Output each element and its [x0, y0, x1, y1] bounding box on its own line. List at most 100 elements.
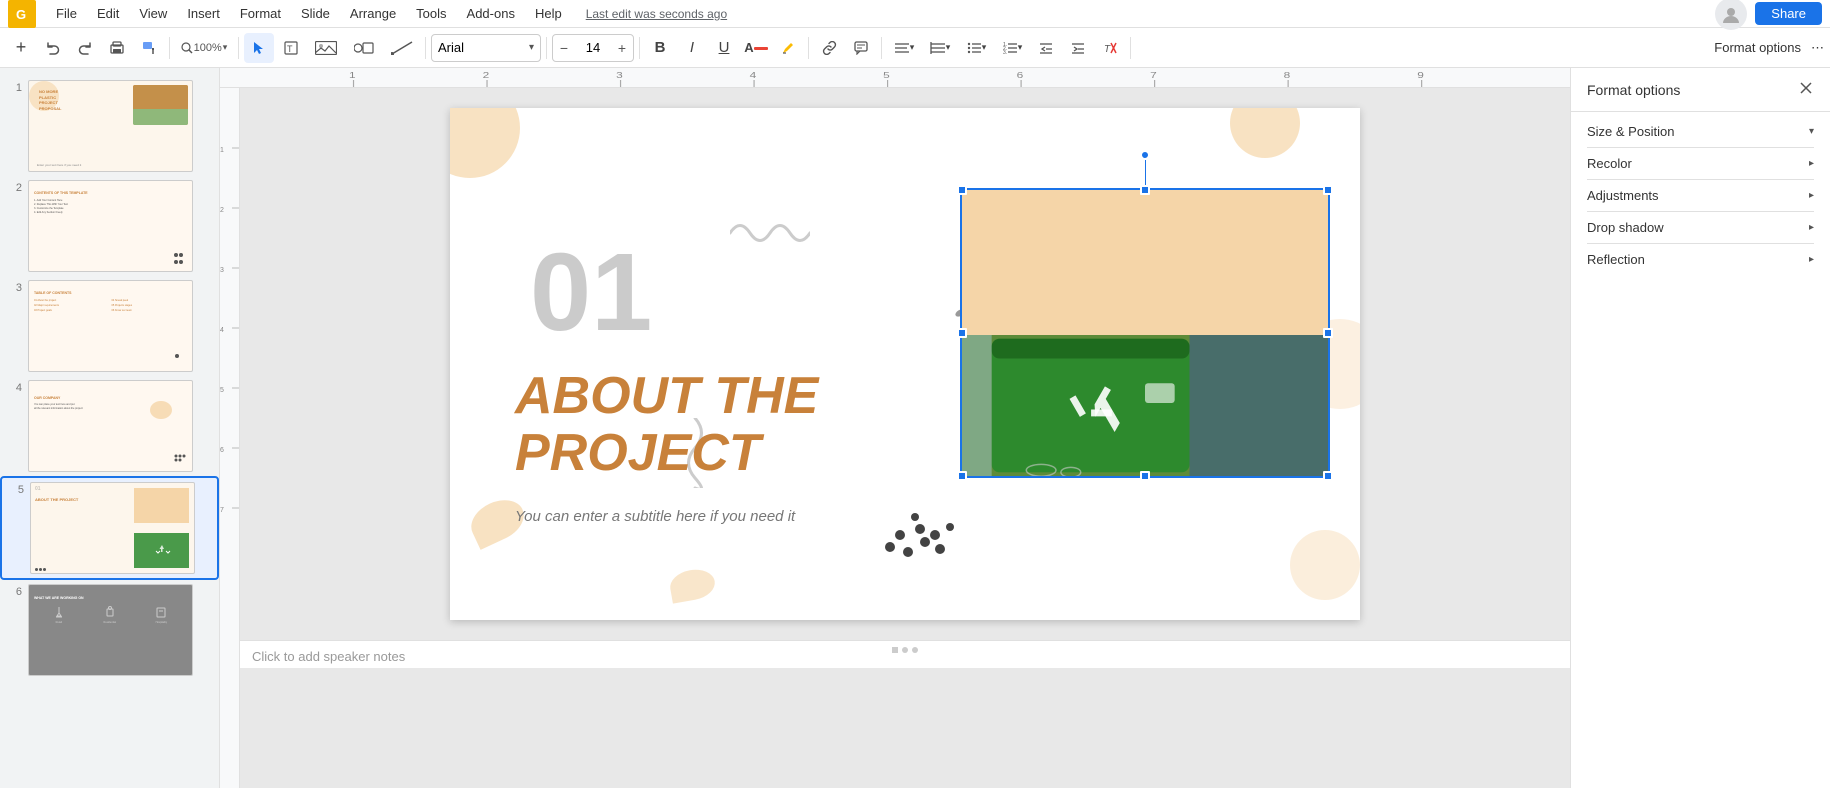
handle-bl[interactable] — [957, 471, 967, 481]
canvas-scroll-area[interactable]: 01 ABOUT THE PROJECT You can enter a sub… — [240, 88, 1570, 788]
adjustments-expand-icon[interactable]: ▸ — [1809, 190, 1814, 201]
comment-button[interactable] — [846, 33, 876, 63]
separator-7 — [881, 37, 882, 59]
svg-text:6: 6 — [220, 447, 224, 454]
textbox-tool[interactable]: T — [276, 33, 306, 63]
slide-thumb-6: WHAT WE ARE WORKING ON Retail Residentia… — [28, 584, 193, 676]
menu-file[interactable]: File — [48, 4, 85, 23]
recolor-section[interactable]: Recolor ▸ — [1587, 147, 1814, 171]
font-color-button[interactable]: A — [741, 33, 771, 63]
drop-shadow-expand-icon[interactable]: ▸ — [1809, 222, 1814, 233]
svg-text:2: 2 — [483, 72, 490, 81]
handle-br[interactable] — [1323, 471, 1333, 481]
more-options-icon[interactable]: ⋯ — [1811, 40, 1824, 56]
menu-insert[interactable]: Insert — [179, 4, 228, 23]
menu-view[interactable]: View — [131, 4, 175, 23]
slide-item-1[interactable]: 1 NO MORE PLASTIC PROJECT PROPOSAL — [0, 76, 219, 176]
align-button[interactable]: ▾ — [887, 33, 921, 63]
font-size-input[interactable]: 14 — [575, 35, 611, 61]
redo-button[interactable] — [70, 33, 100, 63]
slide6-icons: Retail Residential Hospitality — [34, 606, 187, 624]
format-panel-header: Format options — [1571, 68, 1830, 112]
indent-less-button[interactable] — [1031, 33, 1061, 63]
slide-number-1: 1 — [8, 80, 22, 94]
handle-tm[interactable] — [1140, 185, 1150, 195]
zoom-control[interactable]: 100% ▾ — [175, 33, 233, 63]
svg-text:3: 3 — [616, 72, 623, 81]
menu-tools[interactable]: Tools — [408, 4, 454, 23]
notes-bar[interactable]: Click to add speaker notes — [240, 640, 1570, 668]
notes-dots — [892, 647, 918, 653]
slide5-green — [134, 533, 189, 568]
handle-tl[interactable] — [957, 185, 967, 195]
share-button[interactable]: Share — [1755, 2, 1822, 25]
bullet-list-button[interactable]: ▾ — [959, 33, 993, 63]
slide-canvas[interactable]: 01 ABOUT THE PROJECT You can enter a sub… — [450, 108, 1360, 620]
slide-item-2[interactable]: 2 CONTENTS OF THIS TEMPLATE 1. Add Your … — [0, 176, 219, 276]
sandy-rect — [962, 190, 1328, 335]
adjustments-section[interactable]: Adjustments ▸ — [1587, 179, 1814, 203]
highlight-button[interactable] — [773, 33, 803, 63]
slide-item-6[interactable]: 6 WHAT WE ARE WORKING ON Retail Resident… — [0, 580, 219, 680]
italic-button[interactable]: I — [677, 33, 707, 63]
slide-number-5: 5 — [10, 482, 24, 496]
slide3-dots — [174, 353, 186, 365]
slide-item-3[interactable]: 3 TABLE OF CONTENTS 01 About the project… — [0, 276, 219, 376]
slide-subtitle[interactable]: You can enter a subtitle here if you nee… — [515, 508, 795, 525]
last-edit-text: Last edit was seconds ago — [586, 7, 727, 21]
format-panel-close-icon[interactable] — [1798, 80, 1814, 99]
font-size-control[interactable]: − 14 + — [552, 34, 634, 62]
format-options-btn[interactable]: Format options ⋯ — [1714, 40, 1824, 56]
font-family-select[interactable]: Arial ▾ — [431, 34, 541, 62]
numbered-list-button[interactable]: 1.2.3. ▾ — [995, 33, 1029, 63]
slide5-sandy — [134, 488, 189, 523]
menu-format[interactable]: Format — [232, 4, 289, 23]
format-panel-body: Size & Position ▾ Recolor ▸ Adjustments … — [1571, 112, 1830, 287]
image-tool[interactable] — [308, 33, 344, 63]
font-size-increase[interactable]: + — [611, 40, 633, 56]
underline-button[interactable]: U — [709, 33, 739, 63]
svg-text:5: 5 — [883, 72, 890, 81]
print-button[interactable] — [102, 33, 132, 63]
clear-format-button[interactable]: T — [1095, 33, 1125, 63]
handle-mr[interactable] — [1323, 328, 1333, 338]
bold-button[interactable]: B — [645, 33, 675, 63]
handle-tr[interactable] — [1323, 185, 1333, 195]
cursor-tool[interactable] — [244, 33, 274, 63]
slide-main-title[interactable]: ABOUT THE PROJECT — [515, 368, 818, 482]
slide-item-4[interactable]: 4 OUR COMPANY You can place your text he… — [0, 376, 219, 476]
link-button[interactable] — [814, 33, 844, 63]
paintformat-button[interactable] — [134, 33, 164, 63]
rotation-handle[interactable] — [1140, 150, 1150, 160]
handle-ml[interactable] — [957, 328, 967, 338]
avatar[interactable] — [1715, 0, 1747, 30]
menu-bar: G File Edit View Insert Format Slide Arr… — [0, 0, 1830, 28]
undo-button[interactable] — [38, 33, 68, 63]
menu-slide[interactable]: Slide — [293, 4, 338, 23]
line-spacing-button[interactable]: ▾ — [923, 33, 957, 63]
selected-image-group[interactable] — [960, 188, 1330, 478]
slide-item-5[interactable]: 5 01 ABOUT THE PROJECT — [0, 476, 219, 580]
add-button[interactable]: + — [6, 33, 36, 63]
line-tool[interactable] — [384, 33, 420, 63]
svg-text:3.: 3. — [1003, 50, 1007, 55]
svg-text:2: 2 — [220, 207, 224, 214]
menu-addons[interactable]: Add-ons — [459, 4, 523, 23]
menu-edit[interactable]: Edit — [89, 4, 127, 23]
svg-text:G: G — [16, 7, 26, 22]
notes-placeholder[interactable]: Click to add speaker notes — [252, 649, 405, 664]
font-size-decrease[interactable]: − — [553, 40, 575, 56]
indent-more-button[interactable] — [1063, 33, 1093, 63]
handle-bm[interactable] — [1140, 471, 1150, 481]
reflection-section[interactable]: Reflection ▸ — [1587, 243, 1814, 267]
recolor-expand-icon[interactable]: ▸ — [1809, 158, 1814, 169]
section-expand-icon[interactable]: ▾ — [1809, 126, 1814, 137]
slide-3-content: TABLE OF CONTENTS 01 About the project04… — [29, 281, 192, 371]
size-position-section[interactable]: Size & Position ▾ — [1587, 124, 1814, 139]
shapes-tool[interactable] — [346, 33, 382, 63]
drop-shadow-section[interactable]: Drop shadow ▸ — [1587, 211, 1814, 235]
menu-arrange[interactable]: Arrange — [342, 4, 404, 23]
reflection-expand-icon[interactable]: ▸ — [1809, 254, 1814, 265]
menu-help[interactable]: Help — [527, 4, 570, 23]
slide4-dots — [174, 450, 186, 465]
